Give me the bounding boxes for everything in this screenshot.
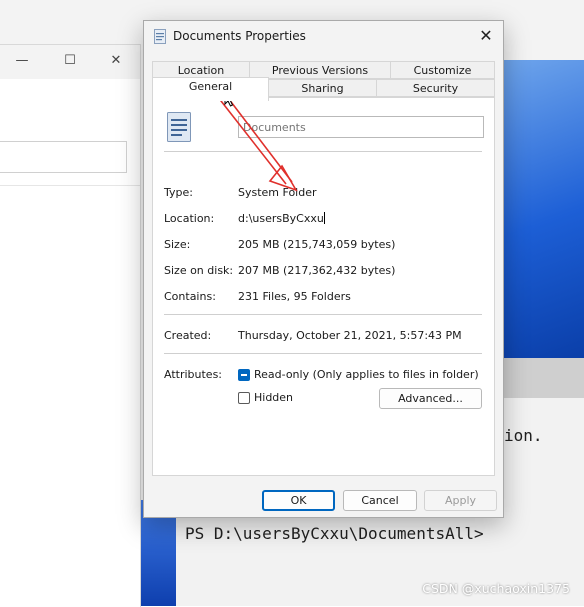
folder-doc-icon: [167, 112, 191, 142]
terminal-prompt[interactable]: PS D:\usersByCxxu\DocumentsAll>: [185, 524, 484, 543]
folder-doc-icon: [154, 29, 166, 44]
location-label: Location:: [164, 212, 215, 225]
tab-security[interactable]: Security: [376, 79, 495, 97]
background-divider: [0, 185, 140, 186]
divider: [164, 353, 482, 354]
contains-label: Contains:: [164, 290, 216, 303]
tab-general[interactable]: General: [152, 77, 269, 101]
hidden-label: Hidden: [254, 391, 294, 404]
terminal-output-line: ion.: [504, 426, 543, 445]
divider: [164, 314, 482, 315]
tab-previous-versions[interactable]: Previous Versions: [249, 61, 391, 79]
folder-name-input[interactable]: [238, 116, 484, 138]
type-value: System Folder: [238, 186, 317, 199]
tab-sharing[interactable]: Sharing: [268, 79, 377, 97]
readonly-checkbox[interactable]: [238, 369, 250, 381]
tab-customize[interactable]: Customize: [390, 61, 495, 79]
divider: [164, 151, 482, 152]
ok-button[interactable]: OK: [262, 490, 335, 511]
watermark: CSDN @xuchaoxin1375: [422, 581, 570, 596]
background-explorer-window: — ☐ ✕: [0, 44, 141, 607]
size-label: Size:: [164, 238, 191, 251]
close-icon[interactable]: ✕: [469, 21, 503, 51]
cancel-button[interactable]: Cancel: [343, 490, 417, 511]
size-on-disk-value: 207 MB (217,362,432 bytes): [238, 264, 396, 277]
hidden-checkbox[interactable]: [238, 392, 250, 404]
minimize-icon[interactable]: —: [14, 53, 30, 69]
dialog-titlebar: Documents Properties ✕: [144, 21, 503, 53]
attributes-label: Attributes:: [164, 368, 223, 381]
properties-dialog: Documents Properties ✕ Location Previous…: [143, 20, 504, 518]
advanced-button[interactable]: Advanced...: [379, 388, 482, 409]
text-caret: [323, 212, 325, 224]
background-address-bar[interactable]: [0, 141, 127, 173]
size-value: 205 MB (215,743,059 bytes): [238, 238, 396, 251]
maximize-icon[interactable]: ☐: [62, 53, 78, 69]
readonly-label: Read-only (Only applies to files in fold…: [254, 368, 479, 381]
created-value: Thursday, October 21, 2021, 5:57:43 PM: [238, 329, 462, 342]
contains-value: 231 Files, 95 Folders: [238, 290, 351, 303]
background-window-titlebar: — ☐ ✕: [0, 45, 140, 79]
dialog-title: Documents Properties: [173, 29, 306, 43]
close-icon[interactable]: ✕: [108, 53, 124, 69]
location-text: d:\usersByCxxu: [238, 212, 324, 225]
location-value[interactable]: d:\usersByCxxu: [238, 212, 325, 225]
type-label: Type:: [164, 186, 193, 199]
created-label: Created:: [164, 329, 212, 342]
general-tab-panel: Type: System Folder Location: d:\usersBy…: [152, 97, 495, 476]
size-on-disk-label: Size on disk:: [164, 264, 234, 277]
apply-button[interactable]: Apply: [424, 490, 497, 511]
